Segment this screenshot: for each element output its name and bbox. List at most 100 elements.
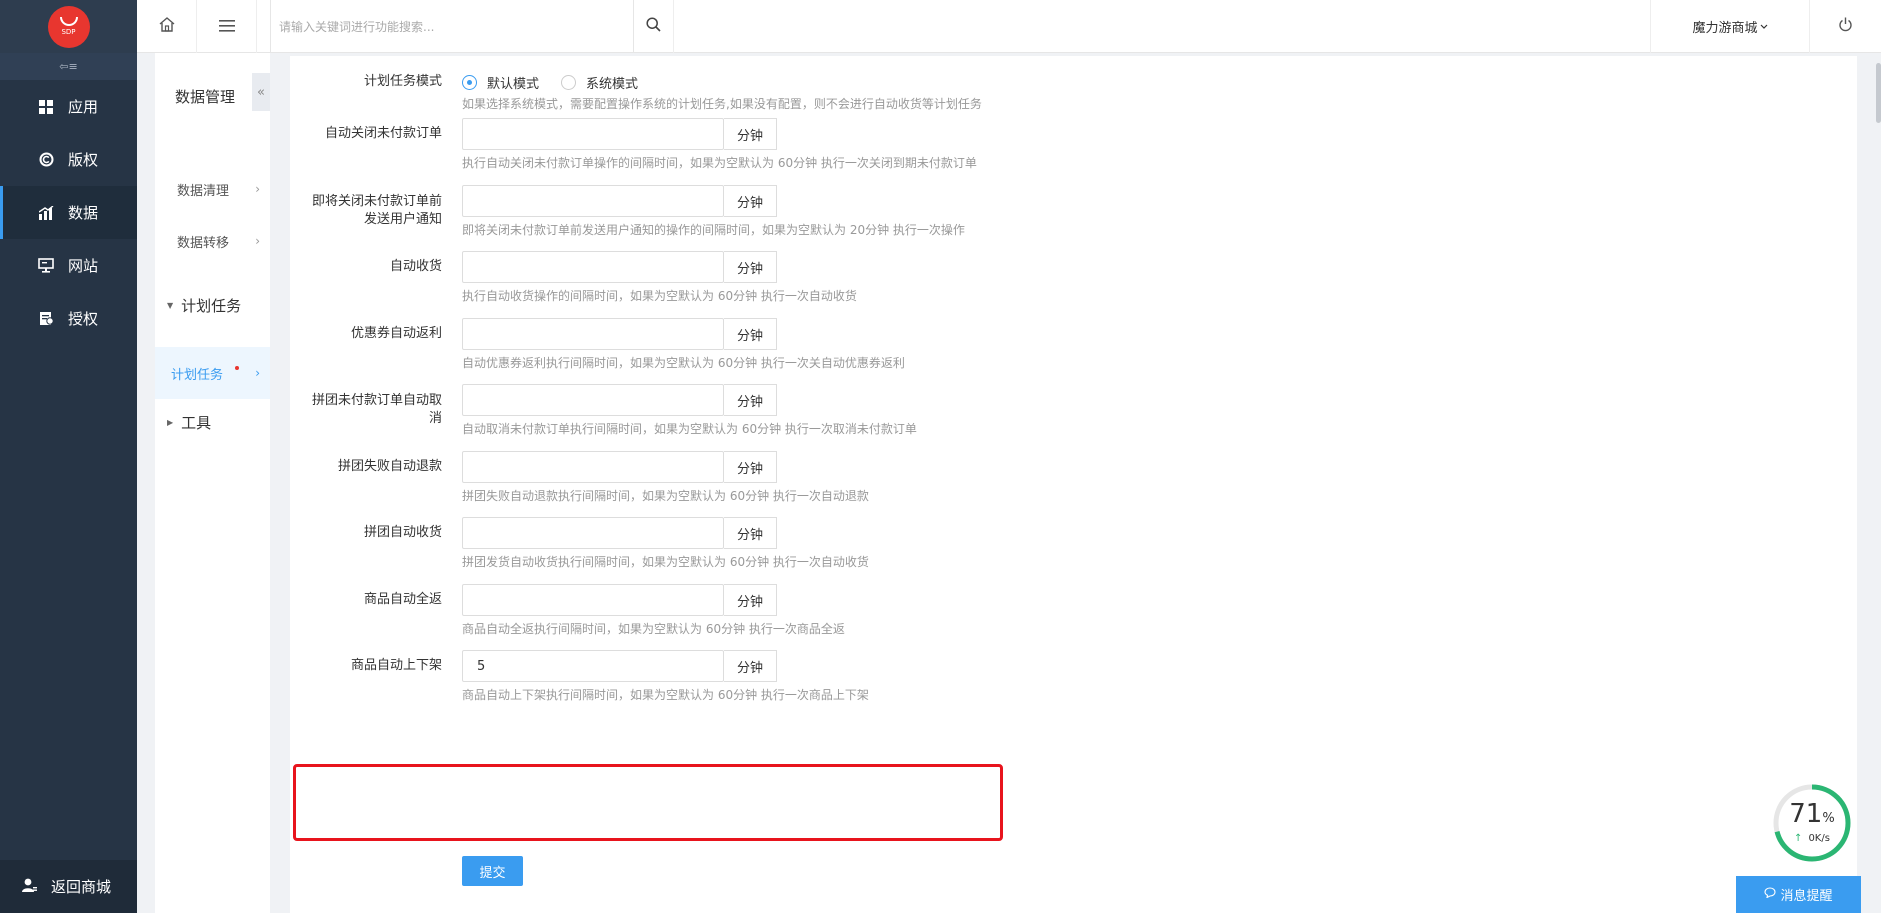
radio-checked-icon — [462, 75, 477, 90]
form-row: 拼团自动收货 分钟 拼团发货自动收货执行间隔时间，如果为空默认为 60分钟 执行一次… — [290, 516, 1190, 576]
bar-chart-icon — [38, 205, 54, 221]
grid-icon — [38, 99, 54, 115]
field-label: 自动关闭未付款订单 — [324, 126, 442, 141]
subnav-item-label: 数据清理 — [177, 183, 230, 199]
subnav-group-tools[interactable]: ▶ 工具 — [155, 402, 270, 442]
logout-button[interactable] — [1810, 0, 1881, 53]
subnav-item-scheduled-tasks[interactable]: 计划任务 › — [155, 347, 270, 399]
caret-down-icon: ▼ — [167, 300, 174, 310]
form-row: 商品自动上下架 5 分钟 商品自动上下架执行间隔时间，如果为空默认为 60分钟 执行一… — [290, 649, 1190, 709]
submit-label: 提交 — [479, 865, 506, 881]
field-label: 即将关闭未付款订单前发送用户通知 — [311, 194, 442, 227]
subnav-collapse-button[interactable]: « — [252, 73, 270, 111]
top-bar: 请输入关键词进行功能搜索... 魔力游商城 — [137, 0, 1881, 53]
sidebar-item-copyright[interactable]: 版权 — [0, 133, 137, 186]
speed-value: 0K/s — [1808, 833, 1830, 844]
shop-switcher[interactable]: 魔力游商城 — [1650, 0, 1810, 53]
form-row: 拼团失败自动退款 分钟 拼团失败自动退款执行间隔时间，如果为空默认为 60分钟 执行… — [290, 450, 1190, 510]
sidebar-item-label: 授权 — [68, 310, 99, 328]
search-input[interactable]: 请输入关键词进行功能搜索... — [270, 0, 634, 53]
copyright-icon — [38, 152, 54, 168]
search-button[interactable] — [634, 0, 674, 53]
subnav-item-label: 数据转移 — [177, 235, 230, 251]
radio-label: 系统模式 — [586, 77, 639, 92]
interval-input[interactable] — [462, 318, 724, 350]
field-help: 执行自动关闭未付款订单操作的间隔时间，如果为空默认为 60分钟 执行一次关闭到期… — [462, 156, 977, 170]
logo-badge: SDP — [47, 5, 90, 48]
scrollbar-thumb[interactable] — [1876, 63, 1881, 123]
form-row: 自动收货 分钟 执行自动收货操作的间隔时间，如果为空默认为 60分钟 执行一次自动收… — [290, 250, 1190, 310]
field-help: 即将关闭未付款订单前发送用户通知的操作的间隔时间，如果为空默认为 20分钟 执行… — [462, 223, 965, 237]
field-help: 自动优惠券返利执行间隔时间，如果为空默认为 60分钟 执行一次关自动优惠券返利 — [462, 356, 905, 370]
form-row: 优惠券自动返利 分钟 自动优惠券返利执行间隔时间，如果为空默认为 60分钟 执行一次… — [290, 317, 1190, 377]
sidebar-item-label: 应用 — [68, 98, 99, 116]
unit-addon: 分钟 — [724, 584, 777, 616]
gauge-number: 71 — [1789, 799, 1823, 829]
sidebar-collapse-button[interactable]: ⇦≡ — [0, 53, 137, 80]
sidebar-item-label: 数据 — [68, 204, 99, 222]
interval-input[interactable]: 5 — [462, 650, 724, 682]
subnav-group-scheduled-tasks[interactable]: ▼ 计划任务 — [155, 285, 270, 325]
highlight-box — [293, 764, 1003, 841]
back-to-shop-button[interactable]: 返回商城 — [0, 860, 137, 913]
page-scrollbar[interactable] — [1860, 53, 1881, 913]
menu-toggle-button[interactable] — [197, 0, 257, 53]
power-icon — [1838, 17, 1853, 36]
logo[interactable]: SDP — [0, 0, 137, 53]
field-label: 拼团失败自动退款 — [337, 459, 442, 474]
radio-unchecked-icon — [561, 75, 577, 90]
smile-logo-icon — [59, 17, 78, 26]
form-row: 自动关闭未付款订单 分钟执行自动关闭未付款订单操作的间隔时间，如果为空默认为 60… — [290, 117, 1190, 177]
radio-system-mode[interactable]: 系统模式 — [561, 73, 638, 92]
interval-input[interactable] — [462, 451, 724, 483]
subnav-title: 数据管理 — [175, 88, 236, 106]
field-help: 执行自动收货操作的间隔时间，如果为空默认为 60分钟 执行一次自动收货 — [462, 289, 857, 303]
form-row-task-mode: 计划任务模式 默认模式 系统模式 如果选择系统模式，需要配置操作系统的计划任务,… — [290, 73, 1190, 123]
field-help: 如果选择系统模式，需要配置操作系统的计划任务,如果没有配置，则不会进行自动收货等… — [462, 97, 982, 111]
caret-right-icon: ▶ — [167, 417, 174, 427]
search-placeholder: 请输入关键词进行功能搜索... — [279, 20, 435, 34]
performance-gauge[interactable]: 71% ↑ 0K/s — [1772, 783, 1852, 863]
monitor-icon — [38, 258, 54, 274]
notification-dot — [235, 366, 239, 370]
message-label: 消息提醒 — [1780, 889, 1833, 904]
submit-button[interactable]: 提交 — [462, 856, 523, 886]
sidebar-item-apps[interactable]: 应用 — [0, 80, 137, 133]
interval-input[interactable] — [462, 251, 724, 283]
chat-bubble-icon — [1764, 887, 1777, 902]
sidebar-item-license[interactable]: 授权 — [0, 292, 137, 345]
subnav-item-data-migrate[interactable]: 数据转移 › — [155, 215, 270, 267]
radio-default-mode[interactable]: 默认模式 — [462, 73, 539, 92]
home-icon — [159, 17, 175, 36]
chevron-down-icon — [1760, 19, 1768, 34]
field-label: 商品自动全返 — [363, 592, 442, 607]
user-icon — [22, 878, 37, 896]
search-icon — [646, 17, 661, 36]
chevron-right-icon: › — [255, 234, 260, 248]
form-row: 即将关闭未付款订单前发送用户通知 分钟 即将关闭未付款订单前发送用户通知的操作的间隔… — [290, 184, 1190, 244]
interval-input[interactable] — [462, 517, 724, 549]
main-sidebar: SDP ⇦≡ 应用 版权 数据 网站 授权 返回商城 — [0, 0, 137, 913]
interval-input[interactable] — [462, 384, 724, 416]
field-label: 商品自动上下架 — [350, 658, 442, 673]
sidebar-item-website[interactable]: 网站 — [0, 239, 137, 292]
network-speed: ↑ 0K/s — [1772, 833, 1852, 844]
field-label: 拼团自动收货 — [363, 525, 442, 540]
field-label: 自动收货 — [389, 259, 442, 274]
interval-input[interactable] — [462, 185, 724, 217]
interval-input[interactable] — [462, 118, 724, 150]
shop-name: 魔力游商城 — [1692, 21, 1758, 36]
sidebar-item-label: 网站 — [68, 257, 99, 275]
settings-form: 计划任务模式 默认模式 系统模式 如果选择系统模式，需要配置操作系统的计划任务,… — [290, 56, 1857, 913]
field-help: 自动取消未付款订单执行间隔时间，如果为空默认为 60分钟 执行一次取消未付款订单 — [462, 422, 917, 436]
subnav-item-data-clean[interactable]: 数据清理 › — [155, 163, 270, 215]
field-help: 拼团发货自动收货执行间隔时间，如果为空默认为 60分钟 执行一次自动收货 — [462, 555, 869, 569]
field-label: 计划任务模式 — [363, 74, 442, 89]
home-button[interactable] — [137, 0, 197, 53]
unit-addon: 分钟 — [724, 118, 777, 150]
gauge-value: 71% — [1772, 799, 1852, 829]
sidebar-item-data[interactable]: 数据 — [0, 186, 137, 239]
message-reminder-button[interactable]: 消息提醒 — [1736, 876, 1861, 913]
arrow-up-icon: ↑ — [1794, 833, 1803, 844]
interval-input[interactable] — [462, 584, 724, 616]
